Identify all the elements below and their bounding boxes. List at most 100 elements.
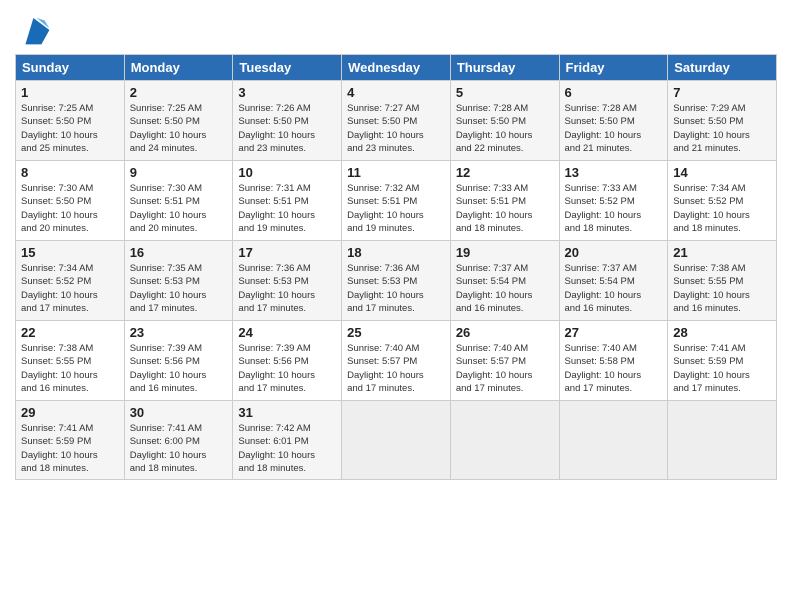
day-number: 11 <box>347 165 445 180</box>
day-cell: 9Sunrise: 7:30 AMSunset: 5:51 PMDaylight… <box>124 161 233 241</box>
day-cell: 19 Sunrise: 7:37 AMSunset: 5:54 PMDayligh… <box>450 241 559 321</box>
day-cell: 25 Sunrise: 7:40 AMSunset: 5:57 PMDayligh… <box>342 321 451 401</box>
day-number: 4 <box>347 85 445 100</box>
day-number: 1 <box>21 85 119 100</box>
week-row-1: 1 Sunrise: 7:25 AMSunset: 5:50 PMDaylight… <box>16 81 777 161</box>
day-number: 10 <box>238 165 336 180</box>
day-info: Sunrise: 7:40 AMSunset: 5:57 PMDaylight:… <box>456 342 554 395</box>
day-cell: 21 Sunrise: 7:38 AMSunset: 5:55 PMDayligh… <box>668 241 777 321</box>
day-info: Sunrise: 7:33 AMSunset: 5:51 PMDaylight:… <box>456 182 554 235</box>
day-info: Sunrise: 7:40 AMSunset: 5:57 PMDaylight:… <box>347 342 445 395</box>
week-row-4: 22 Sunrise: 7:38 AMSunset: 5:55 PMDayligh… <box>16 321 777 401</box>
day-info: Sunrise: 7:29 AMSunset: 5:50 PMDaylight:… <box>673 102 771 155</box>
day-number: 3 <box>238 85 336 100</box>
day-cell: 5Sunrise: 7:28 AMSunset: 5:50 PMDaylight… <box>450 81 559 161</box>
day-number: 21 <box>673 245 771 260</box>
day-number: 18 <box>347 245 445 260</box>
day-number: 14 <box>673 165 771 180</box>
header-cell-sunday: Sunday <box>16 55 125 81</box>
day-info: Sunrise: 7:36 AMSunset: 5:53 PMDaylight:… <box>238 262 336 315</box>
day-cell: 31 Sunrise: 7:42 AMSunset: 6:01 PMDayligh… <box>233 401 342 480</box>
day-info: Sunrise: 7:35 AMSunset: 5:53 PMDaylight:… <box>130 262 228 315</box>
day-number: 12 <box>456 165 554 180</box>
day-info: Sunrise: 7:33 AMSunset: 5:52 PMDaylight:… <box>565 182 663 235</box>
day-number: 29 <box>21 405 119 420</box>
day-number: 30 <box>130 405 228 420</box>
calendar-table: SundayMondayTuesdayWednesdayThursdayFrid… <box>15 54 777 480</box>
day-info: Sunrise: 7:28 AMSunset: 5:50 PMDaylight:… <box>456 102 554 155</box>
day-info: Sunrise: 7:30 AMSunset: 5:51 PMDaylight:… <box>130 182 228 235</box>
day-info: Sunrise: 7:34 AMSunset: 5:52 PMDaylight:… <box>673 182 771 235</box>
day-number: 31 <box>238 405 336 420</box>
day-info: Sunrise: 7:27 AMSunset: 5:50 PMDaylight:… <box>347 102 445 155</box>
day-cell: 27 Sunrise: 7:40 AMSunset: 5:58 PMDayligh… <box>559 321 668 401</box>
day-number: 25 <box>347 325 445 340</box>
day-info: Sunrise: 7:41 AMSunset: 5:59 PMDaylight:… <box>21 422 119 475</box>
day-info: Sunrise: 7:37 AMSunset: 5:54 PMDaylight:… <box>565 262 663 315</box>
day-cell: 14 Sunrise: 7:34 AMSunset: 5:52 PMDayligh… <box>668 161 777 241</box>
day-info: Sunrise: 7:37 AMSunset: 5:54 PMDaylight:… <box>456 262 554 315</box>
day-cell: 30 Sunrise: 7:41 AMSunset: 6:00 PMDayligh… <box>124 401 233 480</box>
day-info: Sunrise: 7:26 AMSunset: 5:50 PMDaylight:… <box>238 102 336 155</box>
header-cell-saturday: Saturday <box>668 55 777 81</box>
day-info: Sunrise: 7:38 AMSunset: 5:55 PMDaylight:… <box>21 342 119 395</box>
day-info: Sunrise: 7:42 AMSunset: 6:01 PMDaylight:… <box>238 422 336 475</box>
week-row-3: 15 Sunrise: 7:34 AMSunset: 5:52 PMDayligh… <box>16 241 777 321</box>
day-number: 26 <box>456 325 554 340</box>
day-cell: 24 Sunrise: 7:39 AMSunset: 5:56 PMDayligh… <box>233 321 342 401</box>
day-cell: 28Sunrise: 7:41 AMSunset: 5:59 PMDayligh… <box>668 321 777 401</box>
day-cell: 7 Sunrise: 7:29 AMSunset: 5:50 PMDaylight… <box>668 81 777 161</box>
day-number: 20 <box>565 245 663 260</box>
day-info: Sunrise: 7:39 AMSunset: 5:56 PMDaylight:… <box>238 342 336 395</box>
header-cell-tuesday: Tuesday <box>233 55 342 81</box>
day-info: Sunrise: 7:30 AMSunset: 5:50 PMDaylight:… <box>21 182 119 235</box>
day-number: 2 <box>130 85 228 100</box>
day-number: 27 <box>565 325 663 340</box>
header-cell-friday: Friday <box>559 55 668 81</box>
day-cell: 1 Sunrise: 7:25 AMSunset: 5:50 PMDaylight… <box>16 81 125 161</box>
day-info: Sunrise: 7:40 AMSunset: 5:58 PMDaylight:… <box>565 342 663 395</box>
day-info: Sunrise: 7:34 AMSunset: 5:52 PMDaylight:… <box>21 262 119 315</box>
day-info: Sunrise: 7:25 AMSunset: 5:50 PMDaylight:… <box>21 102 119 155</box>
day-number: 19 <box>456 245 554 260</box>
day-cell: 29 Sunrise: 7:41 AMSunset: 5:59 PMDayligh… <box>16 401 125 480</box>
day-info: Sunrise: 7:36 AMSunset: 5:53 PMDaylight:… <box>347 262 445 315</box>
day-info: Sunrise: 7:39 AMSunset: 5:56 PMDaylight:… <box>130 342 228 395</box>
day-info: Sunrise: 7:32 AMSunset: 5:51 PMDaylight:… <box>347 182 445 235</box>
day-number: 17 <box>238 245 336 260</box>
day-info: Sunrise: 7:41 AMSunset: 6:00 PMDaylight:… <box>130 422 228 475</box>
day-number: 23 <box>130 325 228 340</box>
day-number: 7 <box>673 85 771 100</box>
header-cell-monday: Monday <box>124 55 233 81</box>
day-cell: 2 Sunrise: 7:25 AMSunset: 5:50 PMDaylight… <box>124 81 233 161</box>
logo <box>15 14 51 46</box>
logo-icon <box>19 14 51 46</box>
day-info: Sunrise: 7:31 AMSunset: 5:51 PMDaylight:… <box>238 182 336 235</box>
page-container: SundayMondayTuesdayWednesdayThursdayFrid… <box>0 0 792 490</box>
day-cell: 4 Sunrise: 7:27 AMSunset: 5:50 PMDaylight… <box>342 81 451 161</box>
day-info: Sunrise: 7:25 AMSunset: 5:50 PMDaylight:… <box>130 102 228 155</box>
day-cell: 15 Sunrise: 7:34 AMSunset: 5:52 PMDayligh… <box>16 241 125 321</box>
day-cell: 3 Sunrise: 7:26 AMSunset: 5:50 PMDaylight… <box>233 81 342 161</box>
day-cell: 11 Sunrise: 7:32 AMSunset: 5:51 PMDayligh… <box>342 161 451 241</box>
header-cell-wednesday: Wednesday <box>342 55 451 81</box>
day-number: 24 <box>238 325 336 340</box>
day-cell: 23 Sunrise: 7:39 AMSunset: 5:56 PMDayligh… <box>124 321 233 401</box>
day-cell: 18 Sunrise: 7:36 AMSunset: 5:53 PMDayligh… <box>342 241 451 321</box>
day-info: Sunrise: 7:38 AMSunset: 5:55 PMDaylight:… <box>673 262 771 315</box>
day-number: 22 <box>21 325 119 340</box>
day-info: Sunrise: 7:28 AMSunset: 5:50 PMDaylight:… <box>565 102 663 155</box>
day-number: 13 <box>565 165 663 180</box>
day-cell: 12 Sunrise: 7:33 AMSunset: 5:51 PMDayligh… <box>450 161 559 241</box>
day-cell: 6Sunrise: 7:28 AMSunset: 5:50 PMDaylight… <box>559 81 668 161</box>
day-info: Sunrise: 7:41 AMSunset: 5:59 PMDaylight:… <box>673 342 771 395</box>
header-row: SundayMondayTuesdayWednesdayThursdayFrid… <box>16 55 777 81</box>
day-number: 16 <box>130 245 228 260</box>
day-cell <box>342 401 451 480</box>
day-number: 8 <box>21 165 119 180</box>
day-number: 15 <box>21 245 119 260</box>
week-row-2: 8 Sunrise: 7:30 AMSunset: 5:50 PMDaylight… <box>16 161 777 241</box>
header-cell-thursday: Thursday <box>450 55 559 81</box>
header <box>15 10 777 46</box>
day-cell: 17 Sunrise: 7:36 AMSunset: 5:53 PMDayligh… <box>233 241 342 321</box>
